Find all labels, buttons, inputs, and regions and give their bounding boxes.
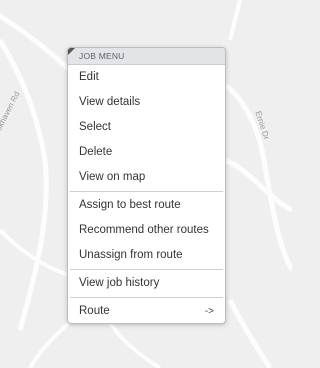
menu-item-assign-best-route[interactable]: Assign to best route (68, 193, 225, 218)
menu-separator (70, 297, 223, 298)
menu-item-delete[interactable]: Delete (68, 140, 225, 165)
menu-item-view-on-map[interactable]: View on map (68, 165, 225, 190)
menu-item-recommend-routes[interactable]: Recommend other routes (68, 218, 225, 243)
menu-item-view-details[interactable]: View details (68, 90, 225, 115)
submenu-arrow-icon: -> (204, 306, 214, 317)
menu-item-select[interactable]: Select (68, 115, 225, 140)
job-menu-header: JOB MENU (68, 48, 225, 65)
menu-item-route-label: Route (79, 305, 110, 317)
menu-item-view-job-history[interactable]: View job history (68, 271, 225, 296)
menu-separator (70, 269, 223, 270)
menu-item-unassign-route[interactable]: Unassign from route (68, 243, 225, 268)
menu-corner-marker (68, 48, 75, 55)
menu-item-route[interactable]: Route -> (68, 299, 225, 323)
menu-separator (70, 191, 223, 192)
menu-item-edit[interactable]: Edit (68, 65, 225, 90)
job-menu: JOB MENU Edit View details Select Delete… (67, 47, 226, 324)
